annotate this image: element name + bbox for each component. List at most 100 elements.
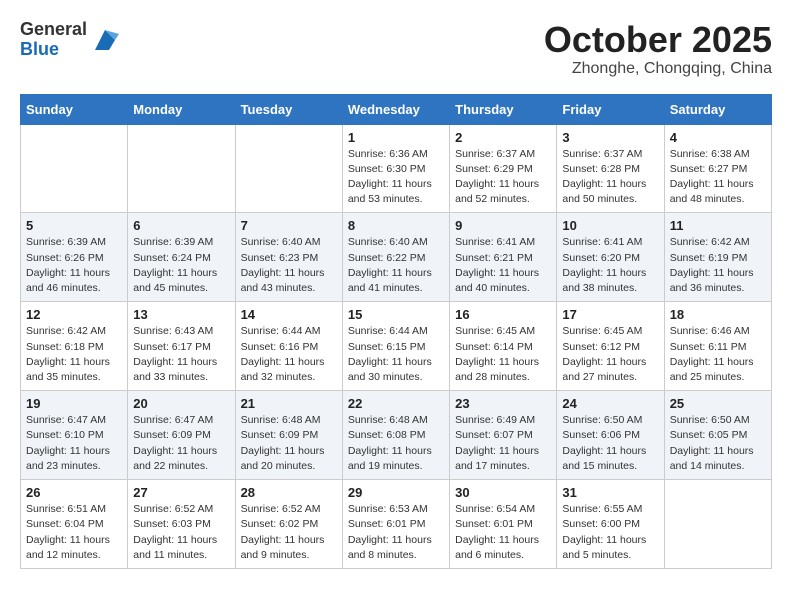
day-info: Sunrise: 6:43 AMSunset: 6:17 PMDaylight:… xyxy=(133,324,229,385)
sunrise-text: Sunrise: 6:38 AM xyxy=(670,147,766,162)
sunset-text: Sunset: 6:20 PM xyxy=(562,251,658,266)
day-info: Sunrise: 6:37 AMSunset: 6:28 PMDaylight:… xyxy=(562,147,658,208)
sunset-text: Sunset: 6:17 PM xyxy=(133,340,229,355)
sunset-text: Sunset: 6:07 PM xyxy=(455,428,551,443)
calendar-cell: 20Sunrise: 6:47 AMSunset: 6:09 PMDayligh… xyxy=(128,391,235,480)
day-info: Sunrise: 6:52 AMSunset: 6:02 PMDaylight:… xyxy=(241,502,337,563)
calendar-cell: 29Sunrise: 6:53 AMSunset: 6:01 PMDayligh… xyxy=(342,480,449,569)
daylight-text: Daylight: 11 hours and 14 minutes. xyxy=(670,444,766,474)
sunset-text: Sunset: 6:21 PM xyxy=(455,251,551,266)
day-info: Sunrise: 6:51 AMSunset: 6:04 PMDaylight:… xyxy=(26,502,122,563)
day-number: 29 xyxy=(348,485,444,500)
calendar-cell: 3 Sunrise: 6:37 AMSunset: 6:28 PMDaylight… xyxy=(557,124,664,213)
day-info: Sunrise: 6:47 AMSunset: 6:09 PMDaylight:… xyxy=(133,413,229,474)
sunset-text: Sunset: 6:22 PM xyxy=(348,251,444,266)
day-number: 27 xyxy=(133,485,229,500)
sunrise-text: Sunrise: 6:52 AM xyxy=(133,502,229,517)
sunset-text: Sunset: 6:01 PM xyxy=(455,517,551,532)
sunset-text: Sunset: 6:03 PM xyxy=(133,517,229,532)
sunset-text: Sunset: 6:05 PM xyxy=(670,428,766,443)
day-info: Sunrise: 6:44 AMSunset: 6:16 PMDaylight:… xyxy=(241,324,337,385)
calendar-cell xyxy=(21,124,128,213)
daylight-text: Daylight: 11 hours and 46 minutes. xyxy=(26,266,122,296)
sunrise-text: Sunrise: 6:50 AM xyxy=(562,413,658,428)
sunrise-text: Sunrise: 6:39 AM xyxy=(26,235,122,250)
calendar-cell: 7Sunrise: 6:40 AMSunset: 6:23 PMDaylight… xyxy=(235,213,342,302)
day-number: 12 xyxy=(26,307,122,322)
calendar-cell: 10Sunrise: 6:41 AMSunset: 6:20 PMDayligh… xyxy=(557,213,664,302)
day-info: Sunrise: 6:39 AMSunset: 6:26 PMDaylight:… xyxy=(26,235,122,296)
calendar-cell: 5Sunrise: 6:39 AMSunset: 6:26 PMDaylight… xyxy=(21,213,128,302)
calendar-cell: 19Sunrise: 6:47 AMSunset: 6:10 PMDayligh… xyxy=(21,391,128,480)
day-number: 3 xyxy=(562,130,658,145)
calendar-cell: 14Sunrise: 6:44 AMSunset: 6:16 PMDayligh… xyxy=(235,302,342,391)
weekday-header-row: SundayMondayTuesdayWednesdayThursdayFrid… xyxy=(21,94,772,124)
sunrise-text: Sunrise: 6:41 AM xyxy=(455,235,551,250)
daylight-text: Daylight: 11 hours and 11 minutes. xyxy=(133,533,229,563)
calendar-cell xyxy=(235,124,342,213)
daylight-text: Daylight: 11 hours and 41 minutes. xyxy=(348,266,444,296)
sunset-text: Sunset: 6:24 PM xyxy=(133,251,229,266)
sunset-text: Sunset: 6:12 PM xyxy=(562,340,658,355)
sunset-text: Sunset: 6:10 PM xyxy=(26,428,122,443)
page-header: General Blue October 2025 Zhonghe, Chong… xyxy=(20,20,772,78)
sunrise-text: Sunrise: 6:55 AM xyxy=(562,502,658,517)
daylight-text: Daylight: 11 hours and 53 minutes. xyxy=(348,177,444,207)
calendar-cell xyxy=(128,124,235,213)
calendar-cell: 18Sunrise: 6:46 AMSunset: 6:11 PMDayligh… xyxy=(664,302,771,391)
daylight-text: Daylight: 11 hours and 23 minutes. xyxy=(26,444,122,474)
day-info: Sunrise: 6:40 AMSunset: 6:23 PMDaylight:… xyxy=(241,235,337,296)
day-number: 26 xyxy=(26,485,122,500)
daylight-text: Daylight: 11 hours and 27 minutes. xyxy=(562,355,658,385)
logo: General Blue xyxy=(20,20,119,60)
day-info: Sunrise: 6:48 AMSunset: 6:08 PMDaylight:… xyxy=(348,413,444,474)
weekday-header-sunday: Sunday xyxy=(21,94,128,124)
sunrise-text: Sunrise: 6:48 AM xyxy=(348,413,444,428)
calendar-cell: 15 Sunrise: 6:44 AMSunset: 6:15 PMDayligh… xyxy=(342,302,449,391)
sunrise-text: Sunrise: 6:45 AM xyxy=(562,324,658,339)
daylight-text: Daylight: 11 hours and 15 minutes. xyxy=(562,444,658,474)
day-info: Sunrise: 6:49 AMSunset: 6:07 PMDaylight:… xyxy=(455,413,551,474)
sunset-text: Sunset: 6:08 PM xyxy=(348,428,444,443)
sunrise-text: Sunrise: 6:44 AM xyxy=(348,324,444,339)
sunset-text: Sunset: 6:00 PM xyxy=(562,517,658,532)
calendar-cell: 4Sunrise: 6:38 AMSunset: 6:27 PMDaylight… xyxy=(664,124,771,213)
sunset-text: Sunset: 6:04 PM xyxy=(26,517,122,532)
sunrise-text: Sunrise: 6:40 AM xyxy=(241,235,337,250)
sunset-text: Sunset: 6:16 PM xyxy=(241,340,337,355)
day-info: Sunrise: 6:39 AMSunset: 6:24 PMDaylight:… xyxy=(133,235,229,296)
day-number: 4 xyxy=(670,130,766,145)
day-number: 15 xyxy=(348,307,444,322)
sunrise-text: Sunrise: 6:54 AM xyxy=(455,502,551,517)
calendar-cell: 9Sunrise: 6:41 AMSunset: 6:21 PMDaylight… xyxy=(450,213,557,302)
day-info: Sunrise: 6:45 AMSunset: 6:14 PMDaylight:… xyxy=(455,324,551,385)
logo-icon xyxy=(91,26,119,54)
sunset-text: Sunset: 6:30 PM xyxy=(348,162,444,177)
calendar-cell: 2Sunrise: 6:37 AMSunset: 6:29 PMDaylight… xyxy=(450,124,557,213)
sunrise-text: Sunrise: 6:45 AM xyxy=(455,324,551,339)
calendar-cell: 21Sunrise: 6:48 AMSunset: 6:09 PMDayligh… xyxy=(235,391,342,480)
calendar-cell: 28Sunrise: 6:52 AMSunset: 6:02 PMDayligh… xyxy=(235,480,342,569)
calendar-week-5: 26 Sunrise: 6:51 AMSunset: 6:04 PMDayligh… xyxy=(21,480,772,569)
day-number: 9 xyxy=(455,218,551,233)
calendar-week-3: 12Sunrise: 6:42 AMSunset: 6:18 PMDayligh… xyxy=(21,302,772,391)
day-number: 16 xyxy=(455,307,551,322)
daylight-text: Daylight: 11 hours and 9 minutes. xyxy=(241,533,337,563)
calendar-cell: 27 Sunrise: 6:52 AMSunset: 6:03 PMDayligh… xyxy=(128,480,235,569)
calendar-week-4: 19Sunrise: 6:47 AMSunset: 6:10 PMDayligh… xyxy=(21,391,772,480)
sunrise-text: Sunrise: 6:44 AM xyxy=(241,324,337,339)
day-number: 11 xyxy=(670,218,766,233)
day-info: Sunrise: 6:45 AMSunset: 6:12 PMDaylight:… xyxy=(562,324,658,385)
day-info: Sunrise: 6:46 AMSunset: 6:11 PMDaylight:… xyxy=(670,324,766,385)
day-info: Sunrise: 6:42 AMSunset: 6:19 PMDaylight:… xyxy=(670,235,766,296)
daylight-text: Daylight: 11 hours and 32 minutes. xyxy=(241,355,337,385)
day-info: Sunrise: 6:36 AMSunset: 6:30 PMDaylight:… xyxy=(348,147,444,208)
calendar-cell: 31Sunrise: 6:55 AMSunset: 6:00 PMDayligh… xyxy=(557,480,664,569)
sunrise-text: Sunrise: 6:49 AM xyxy=(455,413,551,428)
daylight-text: Daylight: 11 hours and 8 minutes. xyxy=(348,533,444,563)
calendar-week-1: 1Sunrise: 6:36 AMSunset: 6:30 PMDaylight… xyxy=(21,124,772,213)
daylight-text: Daylight: 11 hours and 12 minutes. xyxy=(26,533,122,563)
daylight-text: Daylight: 11 hours and 36 minutes. xyxy=(670,266,766,296)
day-info: Sunrise: 6:47 AMSunset: 6:10 PMDaylight:… xyxy=(26,413,122,474)
day-info: Sunrise: 6:44 AMSunset: 6:15 PMDaylight:… xyxy=(348,324,444,385)
